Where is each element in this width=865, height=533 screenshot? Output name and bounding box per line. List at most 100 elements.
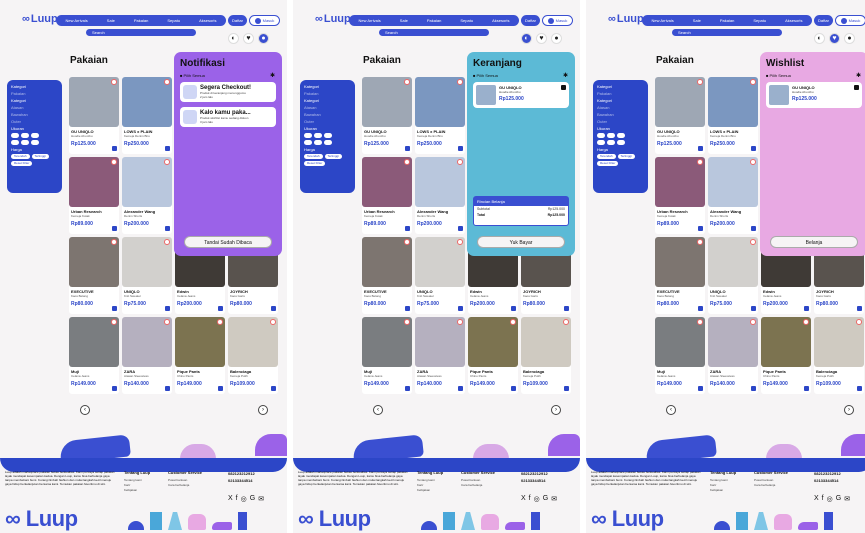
cart-item[interactable]: GU UNIQLO Hoodie Abu Abu Rp125.000 bbox=[766, 82, 862, 108]
heart-icon[interactable]: ♥ bbox=[829, 33, 840, 44]
size-option[interactable] bbox=[607, 133, 615, 138]
size-option[interactable] bbox=[324, 140, 332, 145]
nav-item[interactable]: Sale bbox=[693, 18, 701, 23]
heart-icon[interactable] bbox=[111, 319, 117, 325]
add-to-cart-icon[interactable] bbox=[271, 306, 276, 311]
search-input[interactable]: Search bbox=[379, 29, 489, 36]
heart-icon[interactable] bbox=[164, 79, 170, 85]
instagram-icon[interactable]: ◎ bbox=[241, 495, 247, 503]
masuk-button[interactable]: Masuk bbox=[835, 15, 865, 26]
facebook-icon[interactable]: f bbox=[236, 495, 238, 503]
next-page-button[interactable]: › bbox=[258, 405, 268, 415]
add-to-cart-icon[interactable] bbox=[458, 306, 463, 311]
add-to-cart-icon[interactable] bbox=[218, 386, 223, 391]
product-card[interactable]: LOWS x PLAIN Kemeja Denim Biru Rp250.000 bbox=[122, 77, 172, 154]
product-card[interactable]: Urban Research Kemeja Kotak Rp89.000 bbox=[655, 157, 705, 234]
size-option[interactable] bbox=[31, 140, 39, 145]
filter-option[interactable]: Outer bbox=[597, 119, 644, 124]
product-card[interactable]: Alexander Wang Denim Shorts Rp200.000 bbox=[415, 157, 465, 234]
bell-icon[interactable]: ● bbox=[258, 33, 269, 44]
product-card[interactable]: Muji Celana Jeans Rp149.000 bbox=[655, 317, 705, 394]
close-icon[interactable]: ✱ bbox=[563, 72, 568, 79]
nav-item[interactable]: New Arrivals bbox=[359, 18, 381, 23]
logo[interactable]: ∞Luup bbox=[315, 13, 351, 25]
product-card[interactable]: EXECUTIVE Kaos Belang Rp80.000 bbox=[69, 237, 119, 314]
product-card[interactable]: ZARA Atasan Sleeveless Rp140.000 bbox=[122, 317, 172, 394]
logo[interactable]: ∞Luup bbox=[22, 13, 58, 25]
product-card[interactable]: Alexander Wang Denim Shorts Rp200.000 bbox=[122, 157, 172, 234]
product-card[interactable]: ZARA Atasan Sleeveless Rp140.000 bbox=[415, 317, 465, 394]
add-to-cart-icon[interactable] bbox=[751, 226, 756, 231]
size-option[interactable] bbox=[597, 133, 605, 138]
product-card[interactable]: Muji Celana Jeans Rp149.000 bbox=[69, 317, 119, 394]
nav-item[interactable]: Pakaian bbox=[427, 18, 441, 23]
add-to-cart-icon[interactable] bbox=[751, 306, 756, 311]
x-icon[interactable]: X bbox=[814, 495, 819, 503]
masuk-button[interactable]: Masuk bbox=[249, 15, 280, 26]
size-option[interactable] bbox=[617, 133, 625, 138]
google-icon[interactable]: G bbox=[543, 495, 548, 503]
product-card[interactable]: UNIQLO Knit Sweater Rp75.000 bbox=[708, 237, 758, 314]
footer-link[interactable]: Kebijakan bbox=[124, 488, 150, 493]
heart-icon[interactable] bbox=[404, 319, 410, 325]
heart-icon[interactable] bbox=[111, 79, 117, 85]
heart-icon[interactable] bbox=[750, 239, 756, 245]
add-to-cart-icon[interactable] bbox=[112, 386, 117, 391]
heart-icon[interactable] bbox=[404, 239, 410, 245]
size-option[interactable] bbox=[304, 133, 312, 138]
add-to-cart-icon[interactable] bbox=[751, 146, 756, 151]
filter-option[interactable]: Bawahan bbox=[11, 112, 58, 117]
mail-icon[interactable]: ✉ bbox=[844, 495, 850, 503]
prev-page-button[interactable]: ‹ bbox=[80, 405, 90, 415]
size-option[interactable] bbox=[607, 140, 615, 145]
product-card[interactable]: UNIQLO Knit Sweater Rp75.000 bbox=[122, 237, 172, 314]
add-to-cart-icon[interactable] bbox=[564, 386, 569, 391]
add-to-cart-icon[interactable] bbox=[405, 306, 410, 311]
heart-icon[interactable] bbox=[164, 239, 170, 245]
close-icon[interactable]: ✱ bbox=[856, 72, 861, 79]
heart-icon[interactable] bbox=[697, 159, 703, 165]
product-card[interactable]: Balenciaga Kemeja Putih Rp109.000 bbox=[228, 317, 278, 394]
heart-icon[interactable] bbox=[404, 79, 410, 85]
cart-icon[interactable]: ◐ bbox=[814, 33, 825, 44]
add-to-cart-icon[interactable] bbox=[165, 146, 170, 151]
product-card[interactable]: Urban Research Kemeja Kotak Rp89.000 bbox=[362, 157, 412, 234]
product-card[interactable]: Pique Pants Chino Pants Rp149.000 bbox=[468, 317, 518, 394]
filter-kategori-sub[interactable]: Pakaian bbox=[304, 91, 351, 96]
add-to-cart-icon[interactable] bbox=[271, 386, 276, 391]
heart-icon[interactable] bbox=[563, 319, 569, 325]
footer-link[interactable]: Cara berbelanja bbox=[168, 483, 202, 488]
size-option[interactable] bbox=[31, 133, 39, 138]
filter-kategori-sub[interactable]: Pakaian bbox=[11, 91, 58, 96]
price-pill[interactable]: Terendah bbox=[597, 154, 616, 159]
panel-action-button[interactable]: Tandai Sudah Dibaca bbox=[184, 236, 272, 248]
remove-item-icon[interactable] bbox=[854, 85, 859, 90]
nav-item[interactable]: Sale bbox=[107, 18, 115, 23]
size-option[interactable] bbox=[314, 140, 322, 145]
filter-option[interactable]: Bawahan bbox=[304, 112, 351, 117]
add-to-cart-icon[interactable] bbox=[511, 306, 516, 311]
daftar-button[interactable]: Daftar bbox=[814, 15, 833, 26]
add-to-cart-icon[interactable] bbox=[511, 386, 516, 391]
size-option[interactable] bbox=[11, 133, 19, 138]
add-to-cart-icon[interactable] bbox=[218, 306, 223, 311]
add-to-cart-icon[interactable] bbox=[804, 306, 809, 311]
product-card[interactable]: UNIQLO Knit Sweater Rp75.000 bbox=[415, 237, 465, 314]
instagram-icon[interactable]: ◎ bbox=[827, 495, 833, 503]
heart-icon[interactable] bbox=[270, 319, 276, 325]
product-card[interactable]: EXECUTIVE Kaos Belang Rp80.000 bbox=[362, 237, 412, 314]
reset-filter-button[interactable]: Reset Filter bbox=[11, 161, 33, 166]
add-to-cart-icon[interactable] bbox=[698, 146, 703, 151]
add-to-cart-icon[interactable] bbox=[405, 386, 410, 391]
filter-option[interactable]: Outer bbox=[304, 119, 351, 124]
panel-action-button[interactable]: Yuk Bayar bbox=[477, 236, 565, 248]
facebook-icon[interactable]: f bbox=[822, 495, 824, 503]
price-pill[interactable]: Tertinggi bbox=[617, 154, 635, 159]
prev-page-button[interactable]: ‹ bbox=[666, 405, 676, 415]
heart-icon[interactable] bbox=[803, 319, 809, 325]
heart-icon[interactable] bbox=[457, 79, 463, 85]
close-icon[interactable]: ✱ bbox=[270, 72, 275, 79]
filter-kategori-sub[interactable]: Pakaian bbox=[597, 91, 644, 96]
add-to-cart-icon[interactable] bbox=[458, 146, 463, 151]
select-all-checkbox[interactable]: ■ Pilih Semua bbox=[766, 73, 862, 78]
